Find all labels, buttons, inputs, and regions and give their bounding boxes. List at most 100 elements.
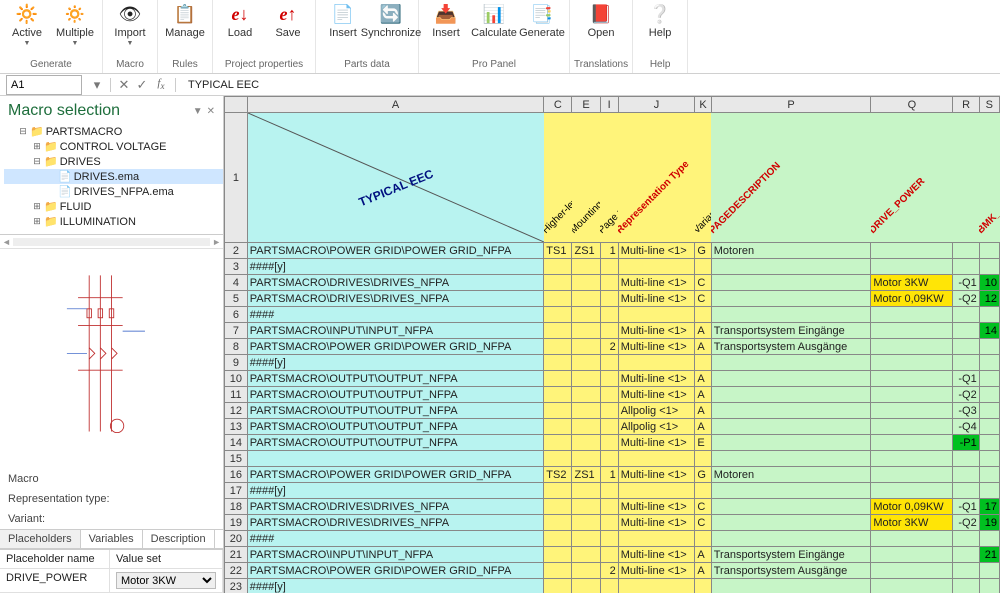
tab-placeholders[interactable]: Placeholders [0, 530, 81, 548]
cell-R3[interactable] [953, 259, 979, 275]
cell-C6[interactable] [544, 307, 572, 323]
cell-R10[interactable]: -Q1 [953, 371, 979, 387]
cell-Q2[interactable] [871, 243, 953, 259]
cell-R18[interactable]: -Q1 [953, 499, 979, 515]
cell-K9[interactable] [695, 355, 711, 371]
cell-P9[interactable] [711, 355, 871, 371]
col-header-J[interactable]: J [618, 97, 695, 113]
cell-Q16[interactable] [871, 467, 953, 483]
col-header-K[interactable]: K [695, 97, 711, 113]
cell-E23[interactable] [572, 579, 600, 593]
row-header-3[interactable]: 3 [225, 259, 248, 275]
col-header-A[interactable]: A [247, 97, 544, 113]
cell-A5[interactable]: PARTSMACRO\DRIVES\DRIVES_NFPA [247, 291, 544, 307]
cell-S15[interactable] [979, 451, 999, 467]
cell-E13[interactable] [572, 419, 600, 435]
cell-R19[interactable]: -Q2 [953, 515, 979, 531]
cell-A10[interactable]: PARTSMACRO\OUTPUT\OUTPUT_NFPA [247, 371, 544, 387]
cell-S18[interactable]: 17 [979, 499, 999, 515]
cell-R8[interactable] [953, 339, 979, 355]
row-header-17[interactable]: 17 [225, 483, 248, 499]
cell-J23[interactable] [618, 579, 695, 593]
cell-I17[interactable] [600, 483, 618, 499]
cell-A16[interactable]: PARTSMACRO\POWER GRID\POWER GRID_NFPA [247, 467, 544, 483]
cell-E20[interactable] [572, 531, 600, 547]
cell-I2[interactable]: 1 [600, 243, 618, 259]
cell-S12[interactable] [979, 403, 999, 419]
cell-J18[interactable]: Multi-line <1> [618, 499, 695, 515]
cell-R11[interactable]: -Q2 [953, 387, 979, 403]
cell-S3[interactable] [979, 259, 999, 275]
cell-E9[interactable] [572, 355, 600, 371]
cell-I10[interactable] [600, 371, 618, 387]
tree-hscroll[interactable]: ◄► [0, 234, 223, 248]
help-btn[interactable]: ❔Help [637, 0, 683, 59]
row-header-21[interactable]: 21 [225, 547, 248, 563]
cell-I19[interactable] [600, 515, 618, 531]
cell-K3[interactable] [695, 259, 711, 275]
cell-P10[interactable] [711, 371, 871, 387]
cell-A4[interactable]: PARTSMACRO\DRIVES\DRIVES_NFPA [247, 275, 544, 291]
cell-S19[interactable]: 19 [979, 515, 999, 531]
cell-P7[interactable]: Transportsystem Eingänge [711, 323, 871, 339]
cell-R2[interactable] [953, 243, 979, 259]
cell-C23[interactable] [544, 579, 572, 593]
cell-S2[interactable] [979, 243, 999, 259]
cell-J16[interactable]: Multi-line <1> [618, 467, 695, 483]
tree-node[interactable]: 📄DRIVES_NFPA.ema [4, 184, 223, 199]
row-header-19[interactable]: 19 [225, 515, 248, 531]
manage-btn[interactable]: 📋Manage [162, 0, 208, 59]
cell-C11[interactable] [544, 387, 572, 403]
row-header-11[interactable]: 11 [225, 387, 248, 403]
cell-C15[interactable] [544, 451, 572, 467]
cell-dropdown-icon[interactable]: ▾ [88, 77, 106, 93]
col-header-R[interactable]: R [953, 97, 979, 113]
calc-btn[interactable]: 📊Calculate [471, 0, 517, 59]
cell-C9[interactable] [544, 355, 572, 371]
cell-S11[interactable] [979, 387, 999, 403]
cell-K18[interactable]: C [695, 499, 711, 515]
cell-R15[interactable] [953, 451, 979, 467]
cell-K14[interactable]: E [695, 435, 711, 451]
cell-E14[interactable] [572, 435, 600, 451]
cell-J17[interactable] [618, 483, 695, 499]
cell-Q5[interactable]: Motor 0,09KW [871, 291, 953, 307]
cell-E15[interactable] [572, 451, 600, 467]
cell-E6[interactable] [572, 307, 600, 323]
cell-I16[interactable]: 1 [600, 467, 618, 483]
cell-P23[interactable] [711, 579, 871, 593]
cell-E18[interactable] [572, 499, 600, 515]
cancel-formula-icon[interactable]: ✕ [115, 77, 133, 93]
col-header-Q[interactable]: Q [871, 97, 953, 113]
cell-P18[interactable] [711, 499, 871, 515]
cell-A23[interactable]: ####[y] [247, 579, 544, 593]
cell-I22[interactable]: 2 [600, 563, 618, 579]
cell-K20[interactable] [695, 531, 711, 547]
cell-R5[interactable]: -Q2 [953, 291, 979, 307]
cell-A9[interactable]: ####[y] [247, 355, 544, 371]
formula-value[interactable]: TYPICAL EEC [180, 79, 267, 91]
row-header-16[interactable]: 16 [225, 467, 248, 483]
cell-J8[interactable]: Multi-line <1> [618, 339, 695, 355]
cell-C21[interactable] [544, 547, 572, 563]
cell-S6[interactable] [979, 307, 999, 323]
cell-P16[interactable]: Motoren [711, 467, 871, 483]
tree-node[interactable]: ⊞📁FLUID [4, 199, 223, 214]
tree-node[interactable]: ⊟📁DRIVES [4, 154, 223, 169]
cell-A7[interactable]: PARTSMACRO\INPUT\INPUT_NFPA [247, 323, 544, 339]
cell-J11[interactable]: Multi-line <1> [618, 387, 695, 403]
cell-P11[interactable] [711, 387, 871, 403]
cell-A2[interactable]: PARTSMACRO\POWER GRID\POWER GRID_NFPA [247, 243, 544, 259]
row-header-18[interactable]: 18 [225, 499, 248, 515]
cell-A21[interactable]: PARTSMACRO\INPUT\INPUT_NFPA [247, 547, 544, 563]
cell-E17[interactable] [572, 483, 600, 499]
cell-S22[interactable] [979, 563, 999, 579]
row-header-7[interactable]: 7 [225, 323, 248, 339]
cell-Q4[interactable]: Motor 3KW [871, 275, 953, 291]
cell-A13[interactable]: PARTSMACRO\OUTPUT\OUTPUT_NFPA [247, 419, 544, 435]
cell-S4[interactable]: 10 [979, 275, 999, 291]
cell-S8[interactable] [979, 339, 999, 355]
row-header-6[interactable]: 6 [225, 307, 248, 323]
cell-C13[interactable] [544, 419, 572, 435]
cell-K15[interactable] [695, 451, 711, 467]
